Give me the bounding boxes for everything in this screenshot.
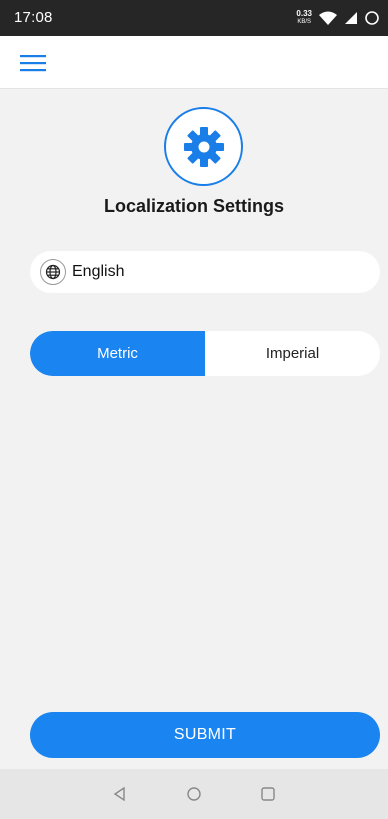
battery-icon	[365, 11, 379, 25]
home-icon	[187, 787, 201, 801]
network-speed-unit: KB/S	[297, 19, 312, 25]
signal-icon	[345, 12, 357, 24]
settings-icon-badge	[164, 107, 243, 186]
status-icons: 0.33 KB/S	[296, 8, 380, 28]
menu-button[interactable]	[20, 52, 48, 74]
page-title: Localization Settings	[103, 196, 285, 216]
recents-button[interactable]	[255, 781, 281, 807]
back-button[interactable]	[107, 781, 133, 807]
metric-option[interactable]: Metric	[30, 331, 205, 376]
status-time: 17:08	[14, 9, 53, 26]
imperial-option[interactable]: Imperial	[205, 331, 380, 376]
globe-icon-wrap	[40, 259, 66, 285]
home-button[interactable]	[181, 781, 207, 807]
submit-button[interactable]: SUBMIT	[30, 712, 380, 758]
back-icon	[113, 786, 125, 802]
settings-content: Localization Settings English Metric Imp…	[0, 89, 388, 758]
gear-icon	[183, 126, 224, 167]
network-speed-value: 0.33	[296, 9, 312, 18]
globe-icon	[45, 264, 61, 280]
language-value: English	[72, 263, 125, 280]
wifi-icon	[319, 11, 337, 25]
recents-icon	[261, 787, 275, 801]
app-bar	[0, 36, 388, 89]
navigation-bar	[0, 769, 388, 819]
hamburger-menu-icon	[20, 55, 46, 72]
unit-toggle: Metric Imperial	[30, 331, 380, 376]
network-speed: 0.33 KB/S	[296, 10, 312, 26]
status-bar: 17:08 0.33 KB/S	[0, 0, 388, 36]
language-selector[interactable]: English	[30, 251, 380, 293]
